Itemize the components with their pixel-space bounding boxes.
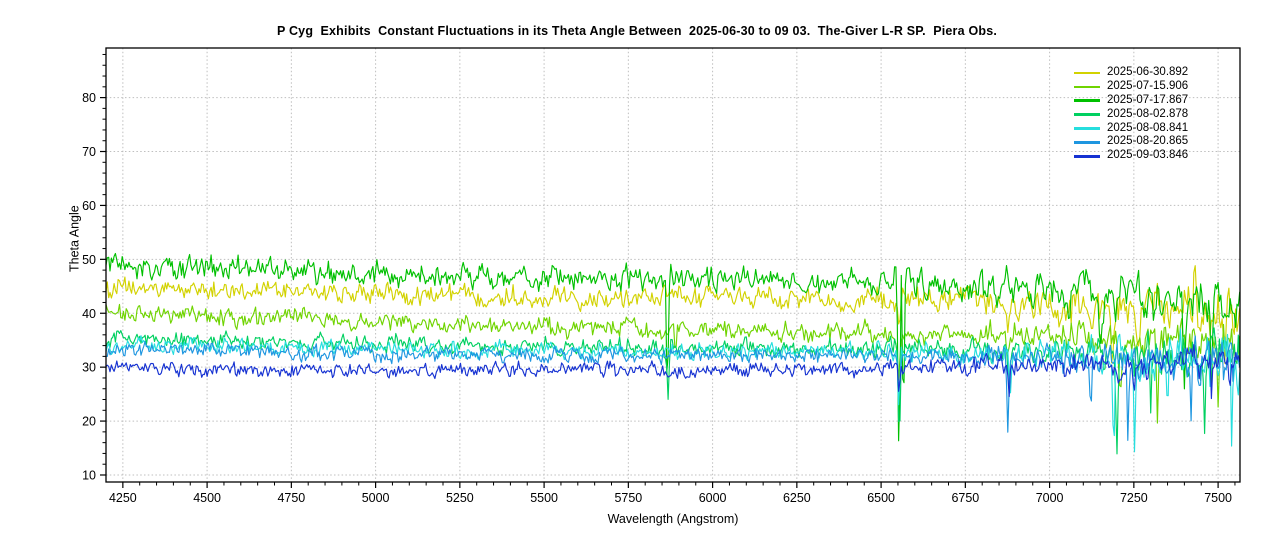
x-axis-tick-label: 7000 — [1036, 491, 1064, 505]
x-axis-tick-label: 6750 — [951, 491, 979, 505]
legend-label: 2025-08-08.841 — [1107, 122, 1188, 136]
legend-item: 2025-08-02.878 — [1074, 108, 1188, 122]
legend-label: 2025-09-03.846 — [1107, 149, 1188, 163]
x-axis-tick-label: 7250 — [1120, 491, 1148, 505]
x-axis-tick-label: 6250 — [783, 491, 811, 505]
legend-line-swatch — [1074, 127, 1100, 130]
legend-label: 2025-08-02.878 — [1107, 108, 1188, 122]
legend: 2025-06-30.8922025-07-15.9062025-07-17.8… — [1074, 66, 1188, 163]
x-axis-tick-label: 5000 — [362, 491, 390, 505]
legend-item: 2025-06-30.892 — [1074, 66, 1188, 80]
x-axis-tick-label: 6000 — [699, 491, 727, 505]
legend-item: 2025-08-08.841 — [1074, 122, 1188, 136]
legend-line-swatch — [1074, 155, 1100, 158]
y-axis-tick-label: 50 — [82, 253, 96, 267]
legend-item: 2025-07-17.867 — [1074, 94, 1188, 108]
x-axis-tick-label: 4250 — [109, 491, 137, 505]
y-axis-tick-label: 70 — [82, 145, 96, 159]
legend-label: 2025-06-30.892 — [1107, 66, 1188, 80]
x-axis-tick-label: 4500 — [193, 491, 221, 505]
y-axis-tick-label: 40 — [82, 307, 96, 321]
legend-line-swatch — [1074, 72, 1100, 75]
legend-label: 2025-08-20.865 — [1107, 135, 1188, 149]
x-axis-tick-label: 5750 — [614, 491, 642, 505]
legend-line-swatch — [1074, 141, 1100, 144]
x-axis-tick-label: 5500 — [530, 491, 558, 505]
y-axis-tick-label: 60 — [82, 199, 96, 213]
legend-label: 2025-07-15.906 — [1107, 80, 1188, 94]
legend-line-swatch — [1074, 86, 1100, 89]
x-axis-tick-label: 5250 — [446, 491, 474, 505]
x-axis-tick-label: 4750 — [277, 491, 305, 505]
legend-line-swatch — [1074, 113, 1100, 116]
axis-frame — [106, 48, 1240, 482]
legend-item: 2025-07-15.906 — [1074, 80, 1188, 94]
legend-line-swatch — [1074, 99, 1100, 102]
y-axis-tick-label: 20 — [82, 415, 96, 429]
x-axis-title: Wavelength (Angstrom) — [106, 512, 1240, 526]
y-axis-tick-label: 80 — [82, 91, 96, 105]
legend-item: 2025-08-20.865 — [1074, 135, 1188, 149]
legend-label: 2025-07-17.867 — [1107, 94, 1188, 108]
y-axis-tick-label: 10 — [82, 468, 96, 482]
x-axis-tick-label: 6500 — [867, 491, 895, 505]
chart-figure: P Cyg Exhibits Constant Fluctuations in … — [0, 0, 1274, 550]
y-axis-title: Theta Angle — [67, 205, 81, 272]
x-axis-tick-label: 7500 — [1204, 491, 1232, 505]
legend-item: 2025-09-03.846 — [1074, 149, 1188, 163]
y-axis-tick-label: 30 — [82, 361, 96, 375]
